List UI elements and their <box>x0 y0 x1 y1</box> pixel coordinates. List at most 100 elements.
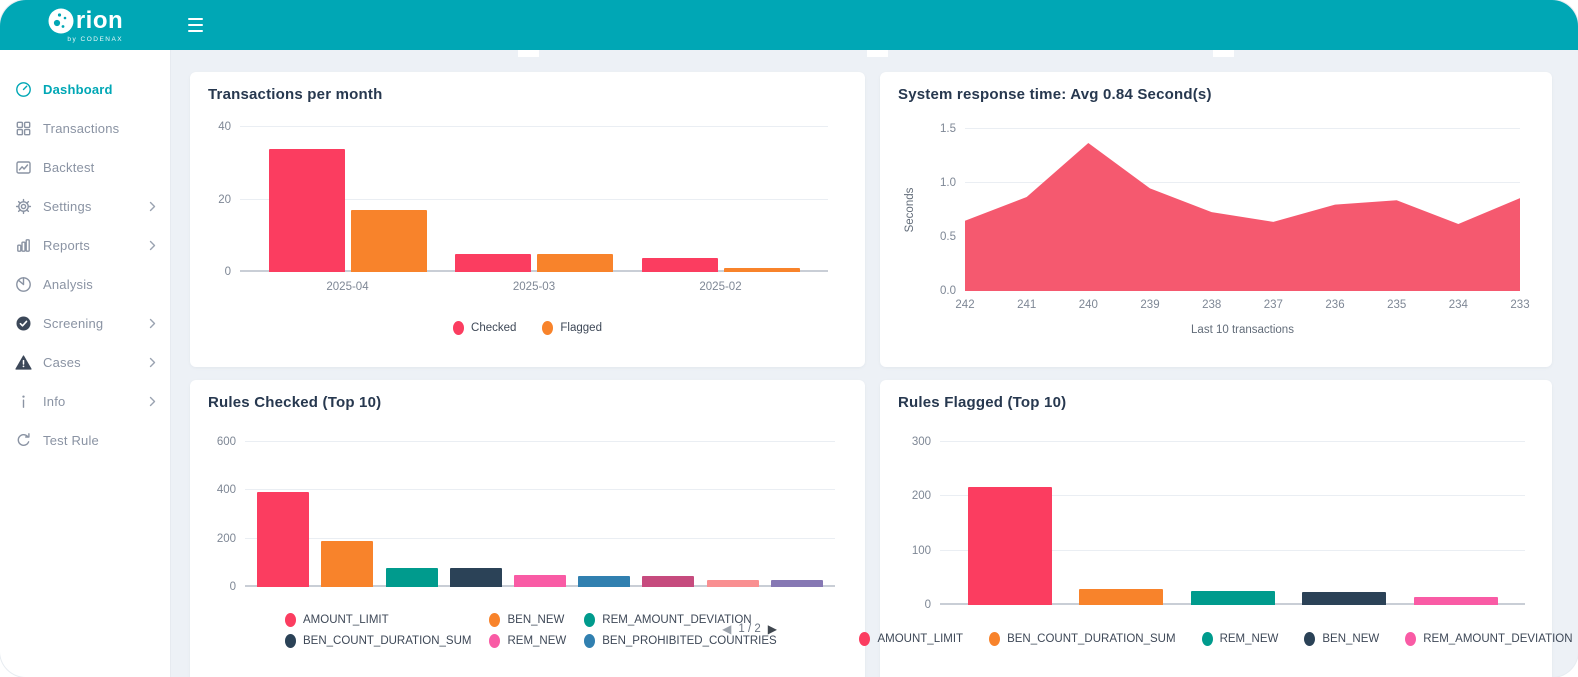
transactions-per-month-chart: 020402025-042025-032025-02 <box>240 127 828 272</box>
hamburger-icon <box>188 18 203 20</box>
brand-logo[interactable]: rion by CODENAX <box>0 0 171 50</box>
bars-area <box>240 127 828 272</box>
y-axis-tick-label: 0.0 <box>940 285 956 297</box>
legend-item-rem-new[interactable]: REM_NEW <box>489 634 566 648</box>
bar <box>707 580 759 587</box>
bar-group-2025-04 <box>269 127 427 272</box>
sidebar-item-label: Backtest <box>43 160 158 175</box>
response-time-chart: 0.00.51.01.52422412402392382372362352342… <box>965 129 1520 291</box>
sidebar-item-analysis[interactable]: Analysis <box>0 265 170 304</box>
sidebar-item-settings[interactable]: Settings <box>0 187 170 226</box>
legend-item-rem-new[interactable]: REM_NEW <box>1202 632 1279 646</box>
legend-item-rem-amount-deviation[interactable]: REM_AMOUNT_DEVIATION <box>1405 632 1572 646</box>
bar-group-2025-03 <box>455 127 613 272</box>
legend-item-ben-new[interactable]: BEN_NEW <box>489 613 566 627</box>
legend-item-checked[interactable]: Checked <box>453 321 516 335</box>
bars-area <box>245 442 835 587</box>
chart-title: Rules Flagged (Top 10) <box>898 394 1066 411</box>
sidebar-item-label: Transactions <box>43 121 158 136</box>
legend-item-ben-count-duration-sum[interactable]: BEN_COUNT_DURATION_SUM <box>989 632 1175 646</box>
sidebar-item-label: Test Rule <box>43 433 158 448</box>
sidebar-item-screening[interactable]: Screening <box>0 304 170 343</box>
chart-title: Transactions per month <box>208 86 382 103</box>
bar <box>1079 589 1163 605</box>
legend-dot <box>489 613 500 627</box>
bar <box>450 568 502 587</box>
rules-flagged-chart: 0100200300 <box>940 442 1525 605</box>
legend-label: Flagged <box>560 322 602 334</box>
y-axis-tick-label: 400 <box>217 484 236 496</box>
legend-label: REM_NEW <box>507 635 566 647</box>
legend-dot <box>1304 632 1315 646</box>
legend-next-page-icon[interactable]: ▶ <box>768 623 777 635</box>
y-axis-tick-label: 20 <box>218 194 231 206</box>
sidebar-nav: Dashboard Transactions Backtest SettingsRep… <box>0 70 170 460</box>
sidebar-item-transactions[interactable]: Transactions <box>0 109 170 148</box>
bar <box>257 492 309 587</box>
legend-item-amount-limit[interactable]: AMOUNT_LIMIT <box>285 613 471 627</box>
y-axis-tick-label: 0 <box>925 599 931 611</box>
y-axis-tick-label: 200 <box>217 533 236 545</box>
x-axis-tick-label: 241 <box>1017 299 1036 311</box>
sidebar-item-cases[interactable]: Cases <box>0 343 170 382</box>
legend-label: BEN_COUNT_DURATION_SUM <box>303 635 471 647</box>
x-axis-tick-label: 233 <box>1510 299 1529 311</box>
x-axis-labels: 2025-042025-032025-02 <box>240 281 828 293</box>
menu-toggle-button[interactable] <box>184 14 207 36</box>
sidebar-item-dashboard[interactable]: Dashboard <box>0 70 170 109</box>
x-axis-tick-label: 2025-04 <box>269 281 427 293</box>
card-rules-flagged: Rules Flagged (Top 10) 0100200300 AMOUNT… <box>880 380 1552 677</box>
sidebar-item-backtest[interactable]: Backtest <box>0 148 170 187</box>
bar-flagged <box>724 268 800 272</box>
legend-prev-page-icon[interactable]: ◀ <box>722 623 731 635</box>
legend-dot <box>489 634 500 648</box>
x-axis-tick-label: 234 <box>1449 299 1468 311</box>
x-axis-tick-label: 239 <box>1140 299 1159 311</box>
chevron-right-icon <box>147 239 158 252</box>
y-axis-tick-label: 40 <box>218 121 231 133</box>
legend-label: BEN_NEW <box>1322 633 1379 645</box>
chart-title: System response time: Avg 0.84 Second(s) <box>898 86 1212 103</box>
legend-dot <box>584 634 595 648</box>
legend-item-amount-limit[interactable]: AMOUNT_LIMIT <box>859 632 963 646</box>
gear-icon <box>15 198 32 215</box>
rules-checked-chart: 0200400600 <box>245 442 835 587</box>
scrolled-card-remnant <box>518 50 539 57</box>
bar <box>386 568 438 587</box>
bar-checked <box>455 254 531 272</box>
bar <box>1302 592 1386 605</box>
legend-pagination: ◀ 1 / 2 ▶ <box>722 623 777 635</box>
x-axis-tick-label: 2025-02 <box>642 281 800 293</box>
bar <box>1191 591 1275 605</box>
sidebar-item-reports[interactable]: Reports <box>0 226 170 265</box>
sidebar-item-info[interactable]: Info <box>0 382 170 421</box>
legend-label: REM_NEW <box>1220 633 1279 645</box>
sidebar: Dashboard Transactions Backtest SettingsRep… <box>0 50 171 677</box>
legend-dot <box>989 632 1000 646</box>
y-axis-tick-label: 0.5 <box>940 231 956 243</box>
y-axis-tick-label: 100 <box>912 545 931 557</box>
legend-dot <box>542 321 553 335</box>
scrolled-card-remnant <box>1213 50 1234 57</box>
card-system-response-time: System response time: Avg 0.84 Second(s)… <box>880 72 1552 367</box>
bar <box>642 576 694 587</box>
x-axis-tick-label: 242 <box>955 299 974 311</box>
legend-item-ben-new[interactable]: BEN_NEW <box>1304 632 1379 646</box>
legend-item-flagged[interactable]: Flagged <box>542 321 602 335</box>
legend-dot <box>453 321 464 335</box>
x-axis-tick-label: 235 <box>1387 299 1406 311</box>
legend-item-ben-count-duration-sum[interactable]: BEN_COUNT_DURATION_SUM <box>285 634 471 648</box>
chevron-right-icon <box>147 356 158 369</box>
legend-item-ben-prohibited-countries[interactable]: BEN_PROHIBITED_COUNTRIES <box>584 634 776 648</box>
legend-label: BEN_NEW <box>507 614 564 626</box>
sidebar-item-label: Cases <box>43 355 147 370</box>
legend-dot <box>285 613 296 627</box>
x-axis-labels: 242241240239238237236235234233 <box>965 299 1520 313</box>
sidebar-item-test-rule[interactable]: Test Rule <box>0 421 170 460</box>
card-rules-checked: Rules Checked (Top 10) 0200400600 AMOUNT… <box>190 380 865 677</box>
bar <box>514 575 566 587</box>
pie-chart-icon <box>15 276 32 293</box>
y-axis-tick-label: 300 <box>912 436 931 448</box>
bar-flagged <box>537 254 613 272</box>
bars-area <box>940 442 1525 605</box>
